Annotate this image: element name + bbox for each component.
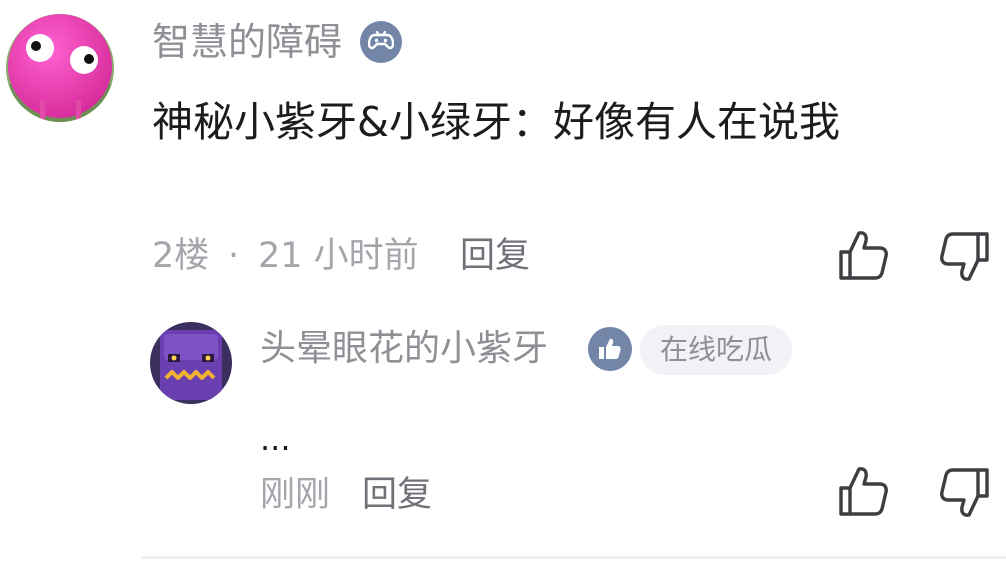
dislike-button[interactable] xyxy=(936,228,992,284)
commenter-avatar[interactable] xyxy=(6,14,114,122)
gamepad-icon xyxy=(360,21,402,63)
replier-avatar[interactable] xyxy=(150,322,232,404)
divider xyxy=(142,556,1006,559)
comment-floor: 2楼 xyxy=(152,236,210,276)
meta-separator: · xyxy=(228,236,240,276)
reply-reply-button[interactable]: 回复 xyxy=(362,473,432,517)
replier-username[interactable]: 头晕眼花的小紫牙 xyxy=(260,326,548,372)
comment-text: 神秘小紫牙&小绿牙：好像有人在说我 xyxy=(152,98,840,146)
thumbs-up-icon xyxy=(839,467,888,516)
thumbs-up-icon xyxy=(839,231,888,280)
reply-time: 刚刚 xyxy=(260,475,331,515)
like-button[interactable] xyxy=(836,228,892,284)
commenter-username[interactable]: 智慧的障碍 xyxy=(152,19,342,65)
status-badge: 在线吃瓜 xyxy=(640,325,793,375)
reply-button[interactable]: 回复 xyxy=(460,234,530,278)
thumbs-up-badge-icon xyxy=(588,327,632,371)
reply-text: ... xyxy=(260,420,291,458)
thumbs-down-icon xyxy=(940,468,989,517)
thumbs-down-icon xyxy=(940,232,989,281)
reply-like-button[interactable] xyxy=(836,464,892,520)
comment-time: 21 小时前 xyxy=(258,236,419,276)
reply-dislike-button[interactable] xyxy=(936,464,992,520)
